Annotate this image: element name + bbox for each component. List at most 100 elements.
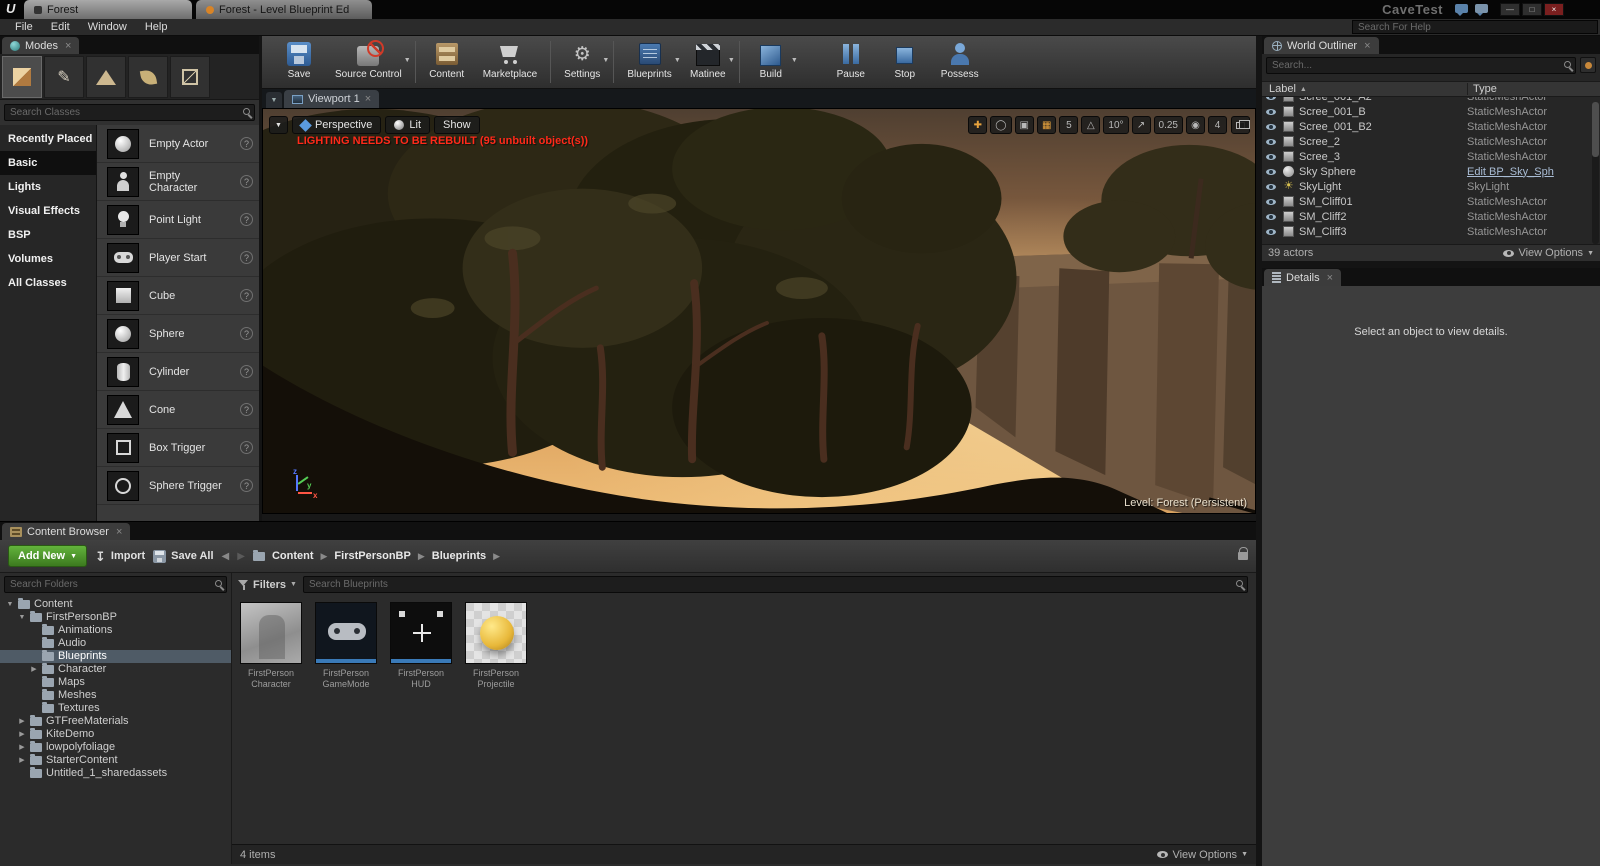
- visibility-eye-icon[interactable]: [1266, 168, 1276, 175]
- outliner-row-skylight[interactable]: ☀ SkyLight SkyLight: [1262, 179, 1600, 194]
- mode-landscape-button[interactable]: [86, 56, 126, 98]
- content-button[interactable]: Content: [420, 36, 474, 88]
- menu-help[interactable]: Help: [136, 20, 177, 34]
- collapsed-arrow-icon[interactable]: ▶: [18, 715, 26, 728]
- outliner-search-input[interactable]: [1266, 56, 1576, 74]
- build-button[interactable]: Build ▼: [744, 36, 798, 88]
- outliner-row[interactable]: Scree_3 StaticMeshActor: [1262, 149, 1600, 164]
- camera-mode-button[interactable]: Perspective: [291, 116, 382, 134]
- save-button[interactable]: Save: [272, 36, 326, 88]
- folder-animations[interactable]: Animations: [0, 624, 231, 637]
- placeable-empty-character[interactable]: Empty Character ?: [97, 163, 259, 201]
- menu-file[interactable]: File: [6, 20, 42, 34]
- category-visual-effects[interactable]: Visual Effects: [0, 199, 96, 223]
- pause-button[interactable]: Pause: [824, 36, 878, 88]
- outliner-view-options-button[interactable]: View Options ▼: [1503, 247, 1594, 259]
- visibility-eye-icon[interactable]: [1266, 138, 1276, 145]
- folder-content[interactable]: ▼ Content: [0, 598, 231, 611]
- menu-window[interactable]: Window: [79, 20, 136, 34]
- mode-geometry-button[interactable]: [170, 56, 210, 98]
- rotation-snap-value[interactable]: 10°: [1103, 116, 1129, 134]
- folder-lowpolyfoliage[interactable]: ▶ lowpolyfoliage: [0, 741, 231, 754]
- window-tab-forest[interactable]: Forest: [24, 0, 192, 19]
- search-classes-input[interactable]: [4, 104, 255, 121]
- category-lights[interactable]: Lights: [0, 175, 96, 199]
- outliner-row[interactable]: Scree_001_A2 StaticMeshActor: [1262, 97, 1600, 104]
- close-icon[interactable]: ×: [365, 93, 371, 105]
- folder-meshes[interactable]: Meshes: [0, 689, 231, 702]
- forward-arrow-icon[interactable]: ▶: [237, 551, 245, 562]
- chevron-down-icon[interactable]: ▼: [602, 57, 609, 64]
- help-icon[interactable]: ?: [240, 365, 253, 378]
- expanded-arrow-icon[interactable]: ▼: [6, 598, 14, 611]
- folder-gtfreematerials[interactable]: ▶ GTFreeMaterials: [0, 715, 231, 728]
- view-mode-button[interactable]: Lit: [385, 116, 431, 134]
- mode-paint-button[interactable]: ✎: [44, 56, 84, 98]
- outliner-row[interactable]: SM_Cliff2 StaticMeshActor: [1262, 209, 1600, 224]
- placeable-cube[interactable]: Cube ?: [97, 277, 259, 315]
- asset-firstperson-projectile[interactable]: FirstPerson Projectile: [463, 602, 529, 691]
- world-local-toggle-button[interactable]: ◯: [990, 116, 1012, 134]
- outliner-scrollbar[interactable]: [1592, 102, 1599, 244]
- visibility-eye-icon[interactable]: [1266, 183, 1276, 190]
- asset-firstperson-character[interactable]: FirstPerson Character: [238, 602, 304, 691]
- matinee-button[interactable]: Matinee ▼: [681, 36, 735, 88]
- visibility-eye-icon[interactable]: [1266, 153, 1276, 160]
- placeable-sphere-trigger[interactable]: Sphere Trigger ?: [97, 467, 259, 505]
- asset-thumbnail[interactable]: [315, 602, 377, 664]
- help-icon[interactable]: ?: [240, 137, 253, 150]
- scrollbar-thumb[interactable]: [1592, 102, 1599, 157]
- outliner-row-sky-sphere[interactable]: Sky Sphere Edit BP_Sky_Sph: [1262, 164, 1600, 179]
- add-new-button[interactable]: Add New ▼: [8, 545, 87, 567]
- outliner-row[interactable]: Scree_2 StaticMeshActor: [1262, 134, 1600, 149]
- help-icon[interactable]: ?: [240, 327, 253, 340]
- visibility-eye-icon[interactable]: [1266, 228, 1276, 235]
- mode-place-button[interactable]: [2, 56, 42, 98]
- placeable-player-start[interactable]: Player Start ?: [97, 239, 259, 277]
- help-icon[interactable]: ?: [240, 479, 253, 492]
- category-volumes[interactable]: Volumes: [0, 247, 96, 271]
- asset-firstperson-hud[interactable]: FirstPerson HUD: [388, 602, 454, 691]
- help-icon[interactable]: ?: [240, 213, 253, 226]
- scale-snap-value[interactable]: 0.25: [1153, 116, 1183, 134]
- help-icon[interactable]: ?: [240, 403, 253, 416]
- content-browser-tab[interactable]: Content Browser ×: [2, 523, 131, 540]
- viewport-options-dropdown[interactable]: ▼: [269, 116, 288, 134]
- folder-untitled-sharedassets[interactable]: Untitled_1_sharedassets: [0, 767, 231, 780]
- maximize-button[interactable]: □: [1522, 3, 1542, 16]
- visibility-eye-icon[interactable]: [1266, 213, 1276, 220]
- category-basic[interactable]: Basic: [0, 151, 96, 175]
- stop-button[interactable]: Stop: [878, 36, 932, 88]
- possess-button[interactable]: Possess: [932, 36, 988, 88]
- close-icon[interactable]: ×: [65, 40, 71, 52]
- placeable-point-light[interactable]: Point Light ?: [97, 201, 259, 239]
- asset-thumbnail[interactable]: [240, 602, 302, 664]
- world-outliner-tab[interactable]: World Outliner ×: [1264, 37, 1379, 54]
- source-control-button[interactable]: Source Control ▼: [326, 36, 411, 88]
- collapsed-arrow-icon[interactable]: ▶: [18, 754, 26, 767]
- placeable-cone[interactable]: Cone ?: [97, 391, 259, 429]
- help-icon[interactable]: ?: [240, 251, 253, 264]
- scale-snap-button[interactable]: ↗: [1131, 116, 1151, 134]
- modes-tab[interactable]: Modes ×: [2, 37, 80, 54]
- label-column-header[interactable]: Label ▲: [1262, 83, 1467, 95]
- collapsed-arrow-icon[interactable]: ▶: [18, 741, 26, 754]
- folder-audio[interactable]: Audio: [0, 637, 231, 650]
- folder-kitedemo[interactable]: ▶ KiteDemo: [0, 728, 231, 741]
- chat-bubble-icon[interactable]: [1455, 4, 1468, 16]
- filters-button[interactable]: Filters ▼: [238, 579, 297, 591]
- blueprints-button[interactable]: Blueprints ▼: [618, 36, 681, 88]
- folder-maps[interactable]: Maps: [0, 676, 231, 689]
- folder-startercontent[interactable]: ▶ StarterContent: [0, 754, 231, 767]
- folder-blueprints[interactable]: Blueprints: [0, 650, 231, 663]
- marketplace-button[interactable]: Marketplace: [474, 36, 546, 88]
- camera-speed-button[interactable]: ◉: [1186, 116, 1205, 134]
- expanded-arrow-icon[interactable]: ▼: [18, 611, 26, 624]
- placeable-sphere[interactable]: Sphere ?: [97, 315, 259, 353]
- help-icon[interactable]: ?: [240, 441, 253, 454]
- viewport-canvas[interactable]: LIGHTING NEEDS TO BE REBUILT (95 unbuilt…: [262, 108, 1256, 514]
- visibility-eye-icon[interactable]: [1266, 97, 1276, 100]
- menu-edit[interactable]: Edit: [42, 20, 79, 34]
- category-recently-placed[interactable]: Recently Placed: [0, 127, 96, 151]
- outliner-row[interactable]: Scree_001_B2 StaticMeshActor: [1262, 119, 1600, 134]
